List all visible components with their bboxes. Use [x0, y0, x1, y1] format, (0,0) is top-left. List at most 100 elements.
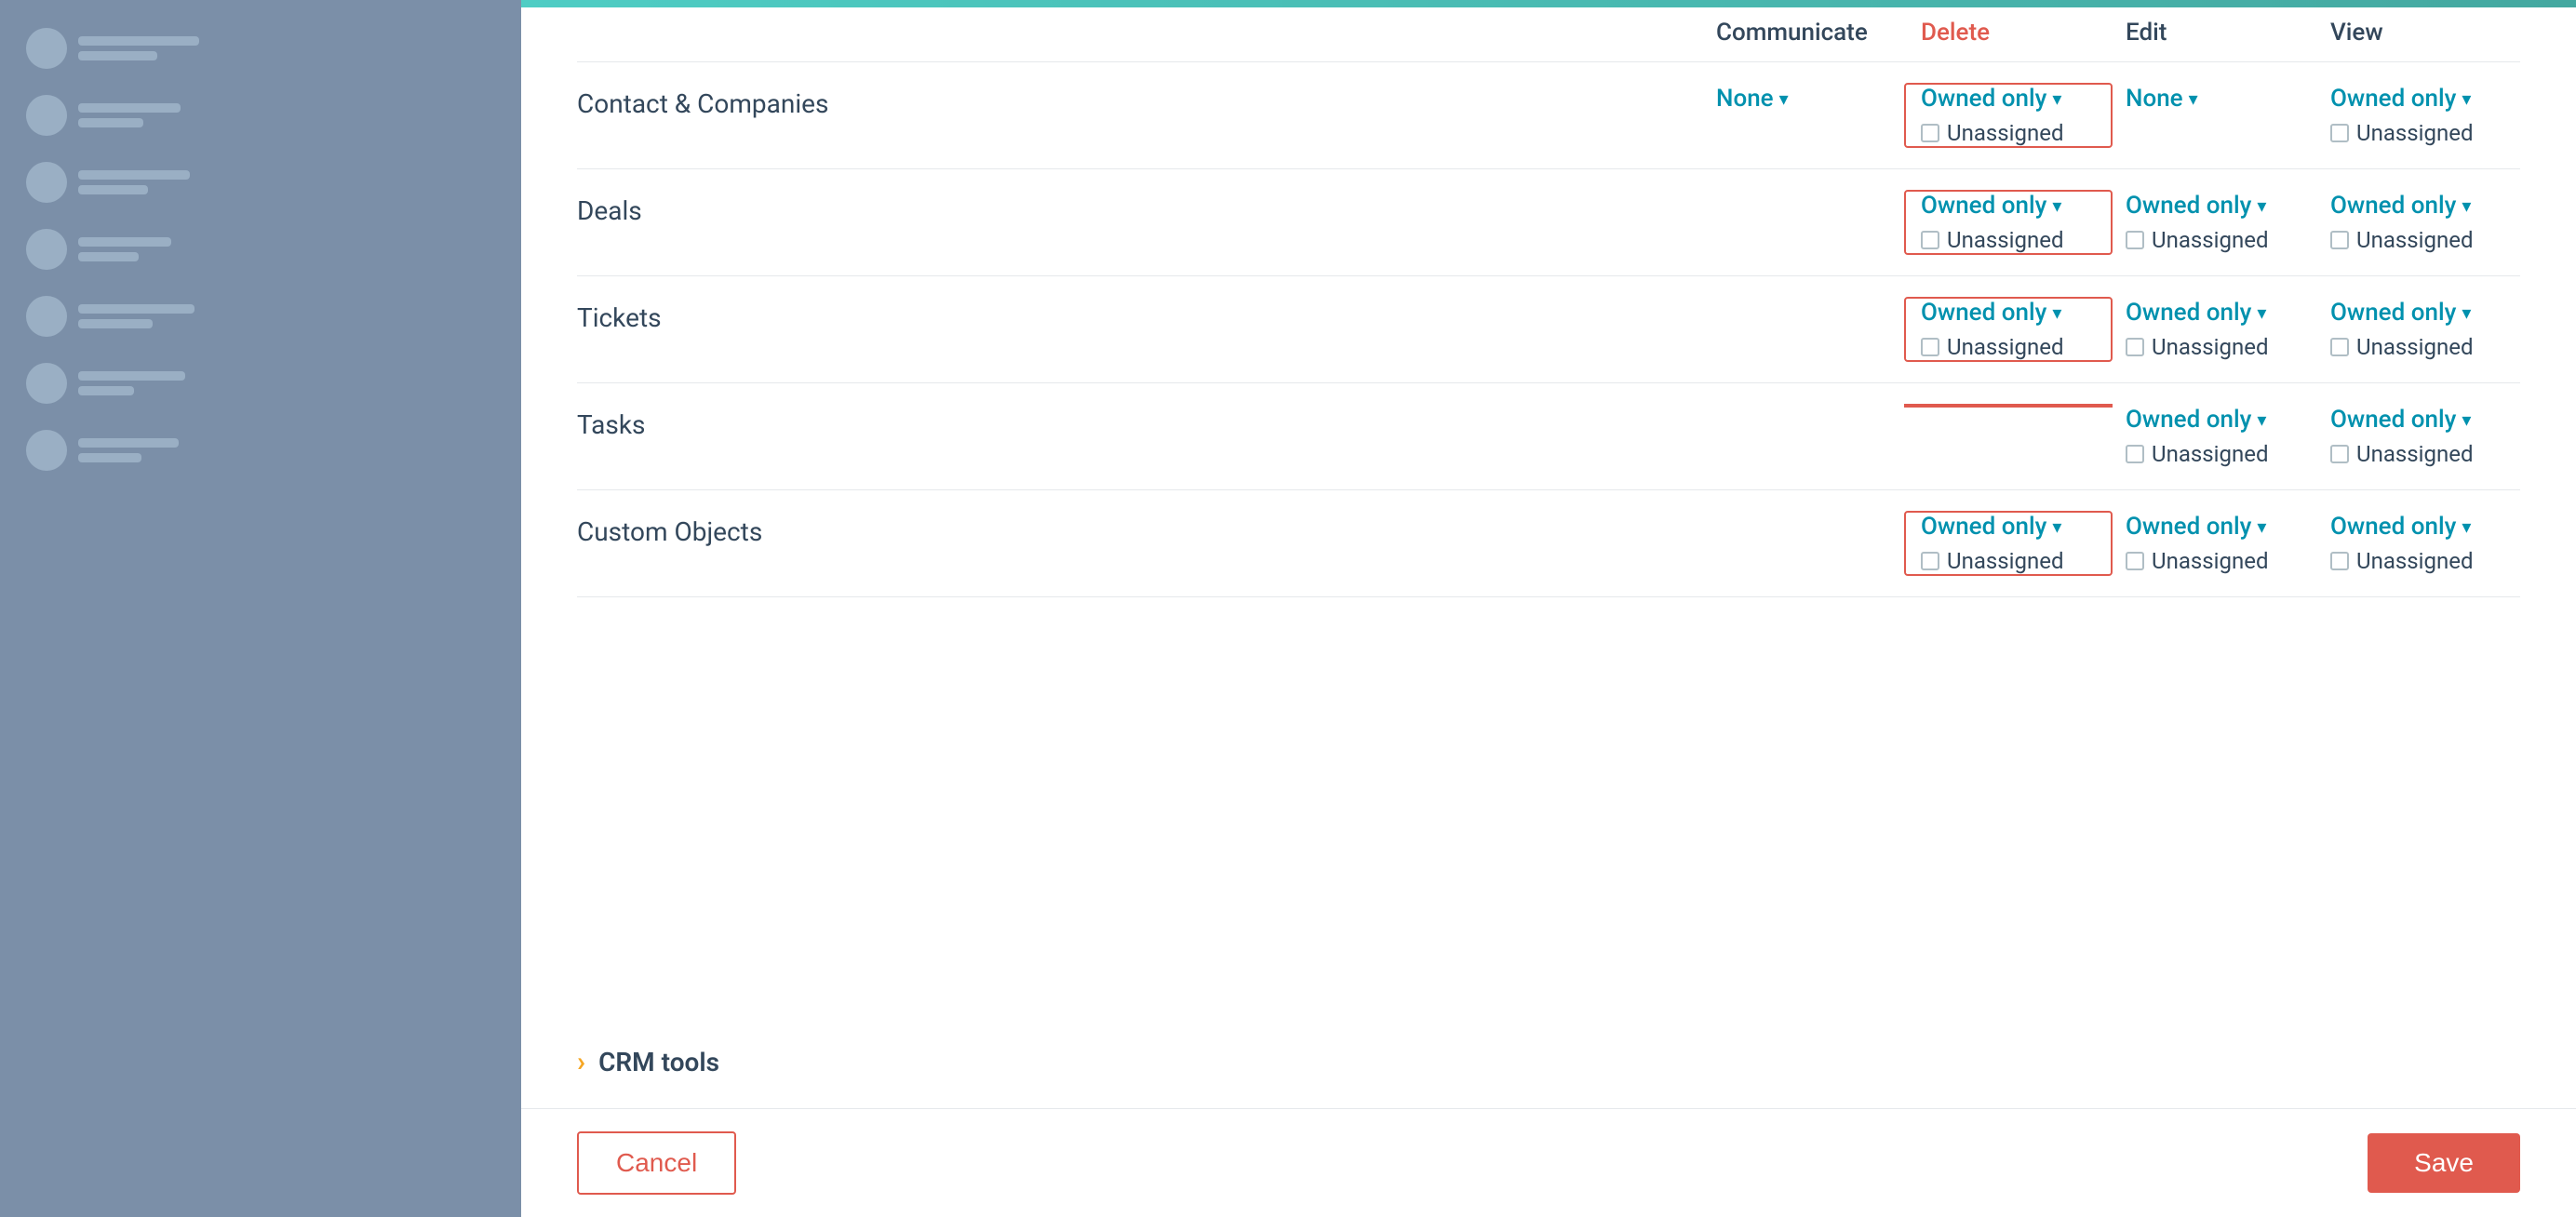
- bg-line: [78, 319, 153, 328]
- bg-item: [15, 86, 506, 145]
- cell-delete-contacts: Owned only ▾ Unassigned: [1906, 85, 2111, 146]
- chevron-icon: ▾: [2257, 194, 2266, 217]
- bg-item: [15, 153, 506, 212]
- edit-checkbox-row-tickets: Unassigned: [2126, 334, 2301, 360]
- view-dropdown-contacts[interactable]: Owned only ▾: [2330, 85, 2505, 113]
- save-button[interactable]: Save: [2368, 1133, 2520, 1193]
- delete-dropdown-tickets[interactable]: Owned only ▾: [1921, 299, 2096, 327]
- chevron-icon: ▾: [1779, 87, 1789, 110]
- view-checkbox-deals[interactable]: [2330, 231, 2349, 249]
- chevron-icon: ▾: [2052, 301, 2061, 324]
- view-checkbox-custom-objects[interactable]: [2330, 552, 2349, 570]
- view-checkbox-row-deals: Unassigned: [2330, 227, 2505, 253]
- edit-dropdown-tasks[interactable]: Owned only ▾: [2126, 406, 2301, 434]
- col-header-communicate: Communicate: [1701, 19, 1906, 47]
- delete-checkbox-custom-objects[interactable]: [1921, 552, 1939, 570]
- edit-dropdown-deals[interactable]: Owned only ▾: [2126, 192, 2301, 220]
- view-value-tickets: Owned only: [2330, 299, 2456, 327]
- chevron-icon: ▾: [2257, 301, 2266, 324]
- view-value-deals: Owned only: [2330, 192, 2456, 220]
- row-label-custom-objects: Custom Objects: [577, 513, 1701, 547]
- edit-dropdown-custom-objects[interactable]: Owned only ▾: [2126, 513, 2301, 541]
- table-body: Contact & Companies None ▾ Owned only ▾: [577, 62, 2520, 597]
- bg-line: [78, 170, 190, 180]
- bg-line: [78, 438, 179, 448]
- view-dropdown-tasks[interactable]: Owned only ▾: [2330, 406, 2505, 434]
- edit-dropdown-contacts[interactable]: None ▾: [2126, 85, 2301, 113]
- table-row: Contact & Companies None ▾ Owned only ▾: [577, 62, 2520, 169]
- bg-avatar: [26, 430, 67, 471]
- chevron-icon: ▾: [2052, 194, 2061, 217]
- chevron-icon: ▾: [2189, 87, 2198, 110]
- bg-avatar: [26, 162, 67, 203]
- bg-text: [78, 170, 190, 194]
- bg-item: [15, 354, 506, 413]
- view-dropdown-custom-objects[interactable]: Owned only ▾: [2330, 513, 2505, 541]
- bg-line: [78, 118, 143, 127]
- communicate-dropdown-contacts[interactable]: None ▾: [1716, 85, 1891, 113]
- delete-dropdown-deals[interactable]: Owned only ▾: [1921, 192, 2096, 220]
- chevron-icon: ▾: [2052, 515, 2061, 538]
- view-value-tasks: Owned only: [2330, 406, 2456, 434]
- communicate-value-contacts: None: [1716, 85, 1774, 113]
- bg-item: [15, 287, 506, 346]
- bg-line: [78, 371, 185, 381]
- edit-checkbox-row-tasks: Unassigned: [2126, 441, 2301, 467]
- view-checkbox-label-custom-objects: Unassigned: [2356, 548, 2473, 574]
- edit-value-custom-objects: Owned only: [2126, 513, 2251, 541]
- bg-avatar: [26, 95, 67, 136]
- view-checkbox-label-tasks: Unassigned: [2356, 441, 2473, 467]
- chevron-icon: ▾: [2052, 87, 2061, 110]
- col-header-delete: Delete: [1906, 19, 2111, 47]
- bg-line: [78, 252, 139, 261]
- bg-text: [78, 103, 181, 127]
- bg-text: [78, 304, 195, 328]
- chevron-icon: ▾: [2462, 194, 2471, 217]
- delete-value-deals: Owned only: [1921, 192, 2046, 220]
- chevron-icon: ▾: [2462, 515, 2471, 538]
- bg-line: [78, 304, 195, 314]
- delete-checkbox-deals[interactable]: [1921, 231, 1939, 249]
- view-dropdown-deals[interactable]: Owned only ▾: [2330, 192, 2505, 220]
- bg-line: [78, 36, 199, 46]
- delete-value-tickets: Owned only: [1921, 299, 2046, 327]
- table-row: Tasks Owned only ▾ Unassigned: [577, 383, 2520, 490]
- edit-checkbox-tickets[interactable]: [2126, 338, 2144, 356]
- cell-delete-custom-objects: Owned only ▾ Unassigned: [1906, 513, 2111, 574]
- edit-checkbox-custom-objects[interactable]: [2126, 552, 2144, 570]
- view-checkbox-contacts[interactable]: [2330, 124, 2349, 142]
- view-dropdown-tickets[interactable]: Owned only ▾: [2330, 299, 2505, 327]
- delete-checkbox-tickets[interactable]: [1921, 338, 1939, 356]
- view-checkbox-row-custom-objects: Unassigned: [2330, 548, 2505, 574]
- cell-view-contacts: Owned only ▾ Unassigned: [2315, 85, 2520, 146]
- edit-checkbox-tasks[interactable]: [2126, 445, 2144, 463]
- table-row: Deals Owned only ▾ Unassigned: [577, 169, 2520, 276]
- table-row: Custom Objects Owned only ▾ Unassigned: [577, 490, 2520, 597]
- edit-checkbox-deals[interactable]: [2126, 231, 2144, 249]
- cell-communicate-contacts: None ▾: [1701, 85, 1906, 113]
- bg-text: [78, 36, 199, 60]
- crm-chevron-icon[interactable]: ›: [577, 1046, 585, 1078]
- delete-dropdown-contacts[interactable]: Owned only ▾: [1921, 85, 2096, 113]
- edit-checkbox-label-custom-objects: Unassigned: [2152, 548, 2268, 574]
- view-checkbox-label-deals: Unassigned: [2356, 227, 2473, 253]
- cell-view-tickets: Owned only ▾ Unassigned: [2315, 299, 2520, 360]
- view-checkbox-tasks[interactable]: [2330, 445, 2349, 463]
- delete-checkbox-row-tickets: Unassigned: [1921, 334, 2096, 360]
- edit-checkbox-label-tasks: Unassigned: [2152, 441, 2268, 467]
- edit-checkbox-label-deals: Unassigned: [2152, 227, 2268, 253]
- delete-dropdown-custom-objects[interactable]: Owned only ▾: [1921, 513, 2096, 541]
- edit-checkbox-row-deals: Unassigned: [2126, 227, 2301, 253]
- background-panel: [0, 0, 521, 1217]
- edit-value-deals: Owned only: [2126, 192, 2251, 220]
- chevron-icon: ▾: [2462, 408, 2471, 431]
- view-value-custom-objects: Owned only: [2330, 513, 2456, 541]
- view-checkbox-tickets[interactable]: [2330, 338, 2349, 356]
- delete-checkbox-contacts[interactable]: [1921, 124, 1939, 142]
- cell-edit-custom-objects: Owned only ▾ Unassigned: [2111, 513, 2315, 574]
- edit-dropdown-tickets[interactable]: Owned only ▾: [2126, 299, 2301, 327]
- cell-edit-contacts: None ▾: [2111, 85, 2315, 113]
- cancel-button[interactable]: Cancel: [577, 1131, 736, 1195]
- chevron-icon: ▾: [2462, 301, 2471, 324]
- col-header-label: [577, 19, 1701, 47]
